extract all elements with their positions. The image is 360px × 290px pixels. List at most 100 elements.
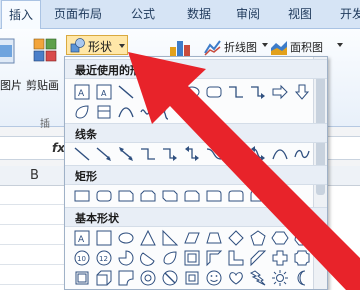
elbow-connector-shape[interactable]: [139, 145, 157, 163]
lightning-bolt-shape[interactable]: [249, 269, 267, 287]
double-arrow-line-shape[interactable]: [117, 145, 135, 163]
curve-shape[interactable]: [271, 145, 289, 163]
down-arrow-shape[interactable]: [293, 83, 311, 101]
picture-button-label[interactable]: 图片: [0, 77, 22, 93]
elbow-double-arrow-shape[interactable]: [183, 145, 201, 163]
tab-formulas[interactable]: 公式: [118, 0, 168, 29]
frame-shape[interactable]: [183, 249, 201, 267]
teardrop-shape[interactable]: [161, 249, 179, 267]
cross-shape[interactable]: [271, 249, 289, 267]
clipart-icon[interactable]: [32, 35, 60, 65]
pie-shape[interactable]: [117, 249, 135, 267]
tab-page-layout[interactable]: 页面布局: [46, 0, 110, 29]
flowchart-shape[interactable]: [95, 103, 113, 121]
area-chart-icon[interactable]: [270, 38, 288, 56]
can-shape[interactable]: [73, 269, 91, 287]
half-frame-shape[interactable]: [205, 249, 223, 267]
chord-shape[interactable]: [139, 249, 157, 267]
freeform-shape[interactable]: [139, 103, 157, 121]
curve-shape[interactable]: [117, 103, 135, 121]
section-rectangles: 矩形: [65, 165, 327, 185]
section-lines: 线条: [65, 123, 327, 143]
shapes-button[interactable]: 形状: [66, 35, 128, 55]
smiley-face-shape[interactable]: [205, 269, 223, 287]
pentagon-shape[interactable]: [249, 229, 267, 247]
diamond-shape[interactable]: [227, 229, 245, 247]
arrow-line-shape[interactable]: [139, 83, 157, 101]
moon-shape[interactable]: [293, 269, 311, 287]
tab-data[interactable]: 数据: [176, 0, 222, 29]
round-same-side-rectangle-shape[interactable]: [227, 187, 245, 205]
ribbon-tab-bar: 插入 页面布局 公式 数据 审阅 视图 开发: [0, 0, 360, 30]
bevel-shape[interactable]: [117, 269, 135, 287]
snip-round-rectangle-shape[interactable]: [183, 187, 201, 205]
round-diagonal-rectangle-shape[interactable]: [249, 187, 267, 205]
shapes-gallery: 最近使用的形状 A A 线条 矩形 基本形状 A 10 12: [64, 56, 328, 290]
block-arc-shape[interactable]: [183, 269, 201, 287]
oval-shape[interactable]: [183, 83, 201, 101]
teardrop-shape[interactable]: [73, 103, 91, 121]
grid-line: [0, 264, 70, 265]
dropdown-arrow-icon[interactable]: [337, 43, 343, 47]
line-chart-icon[interactable]: [204, 38, 222, 56]
diagonal-stripe-shape[interactable]: [249, 249, 267, 267]
elbow-arrow-shape[interactable]: [161, 145, 179, 163]
vertical-text-box-shape[interactable]: [95, 229, 113, 247]
grid-line: [0, 224, 70, 225]
rectangle-shape[interactable]: [73, 187, 91, 205]
parallelogram-shape[interactable]: [183, 229, 201, 247]
tab-review[interactable]: 审阅: [228, 0, 268, 29]
right-brace-shape[interactable]: [183, 103, 201, 121]
dropdown-arrow-icon[interactable]: [262, 43, 268, 47]
heart-shape[interactable]: [227, 269, 245, 287]
dodecagon-shape[interactable]: 12: [95, 249, 113, 267]
line-shape[interactable]: [73, 145, 91, 163]
tab-insert[interactable]: 插入: [1, 0, 41, 30]
tab-view[interactable]: 视图: [278, 0, 322, 29]
right-triangle-shape[interactable]: [161, 229, 179, 247]
grid-line: [0, 244, 70, 245]
curved-double-arrow-shape[interactable]: [249, 145, 267, 163]
elbow-arrow-shape[interactable]: [249, 83, 267, 101]
brace-shape[interactable]: [161, 103, 179, 121]
oval-shape[interactable]: [117, 229, 135, 247]
arrow-line-shape[interactable]: [95, 145, 113, 163]
section-basic-shapes: 基本形状: [65, 207, 327, 227]
picture-icon[interactable]: [0, 37, 16, 67]
rectangle-shape[interactable]: [161, 83, 179, 101]
area-chart-label[interactable]: 面积图: [290, 39, 323, 55]
cube-shape[interactable]: [95, 269, 113, 287]
snip-same-side-rectangle-shape[interactable]: [139, 187, 157, 205]
tab-developer[interactable]: 开发: [332, 0, 360, 29]
snip-diagonal-rectangle-shape[interactable]: [161, 187, 179, 205]
right-arrow-shape[interactable]: [271, 83, 289, 101]
l-shape[interactable]: [227, 249, 245, 267]
elbow-connector-shape[interactable]: [227, 83, 245, 101]
triangle-shape[interactable]: [139, 229, 157, 247]
snip-corner-rectangle-shape[interactable]: [117, 187, 135, 205]
rounded-rectangle-shape[interactable]: [205, 83, 223, 101]
rounded-rectangle-shape[interactable]: [95, 187, 113, 205]
hexagon-shape[interactable]: [271, 229, 289, 247]
column-header-b[interactable]: B: [0, 166, 70, 186]
donut-shape[interactable]: [139, 269, 157, 287]
plaque-shape[interactable]: [293, 249, 311, 267]
no-symbol-shape[interactable]: [161, 269, 179, 287]
curved-connector-shape[interactable]: [205, 145, 223, 163]
sun-shape[interactable]: [271, 269, 289, 287]
svg-text:A: A: [101, 89, 107, 98]
line-chart-label[interactable]: 折线图: [224, 39, 257, 55]
clipart-button-label[interactable]: 剪贴画: [26, 77, 59, 93]
curved-arrow-shape[interactable]: [227, 145, 245, 163]
trapezoid-shape[interactable]: [205, 229, 223, 247]
decagon-shape[interactable]: 10: [73, 249, 91, 267]
vertical-text-box-shape[interactable]: A: [95, 83, 113, 101]
text-box-shape[interactable]: A: [73, 229, 91, 247]
section-title: 线条: [75, 128, 97, 141]
heptagon-shape[interactable]: [293, 229, 311, 247]
scribble-shape[interactable]: [293, 145, 311, 163]
line-shape[interactable]: [117, 83, 135, 101]
svg-text:12: 12: [99, 255, 108, 263]
text-box-shape[interactable]: A: [73, 83, 91, 101]
round-single-corner-rectangle-shape[interactable]: [205, 187, 223, 205]
